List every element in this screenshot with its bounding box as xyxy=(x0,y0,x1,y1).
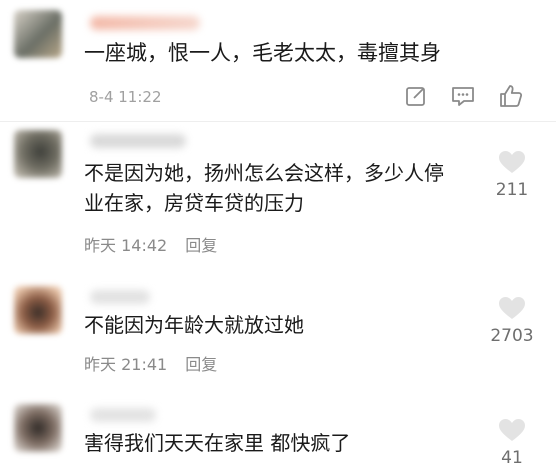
avatar[interactable] xyxy=(14,286,62,334)
heart-icon xyxy=(499,297,525,319)
comment-text: 害得我们天天在家里 都快疯了 xyxy=(84,431,351,455)
heart-icon xyxy=(499,151,525,173)
avatar[interactable] xyxy=(14,130,62,178)
like-count: 211 xyxy=(495,180,529,200)
edit-icon[interactable] xyxy=(404,84,428,108)
comment-meta: 昨天 14:42 回复 xyxy=(84,232,217,256)
comment-time: 昨天 21:41 xyxy=(84,355,168,374)
username[interactable] xyxy=(90,408,156,422)
like-button[interactable]: 41 xyxy=(482,418,542,468)
comment-time: 昨天 14:42 xyxy=(84,236,168,255)
message-icon[interactable] xyxy=(450,84,476,108)
avatar[interactable] xyxy=(14,10,62,58)
comment-meta: 昨天 21:41 回复 xyxy=(84,351,217,375)
username[interactable] xyxy=(90,16,200,30)
username[interactable] xyxy=(90,290,150,304)
reply-button[interactable]: 回复 xyxy=(185,355,217,374)
avatar[interactable] xyxy=(14,404,62,452)
comment-text: 业在家，房贷车贷的压力 xyxy=(84,191,304,215)
heart-icon xyxy=(499,419,525,441)
like-count: 41 xyxy=(501,448,523,468)
divider xyxy=(0,121,556,122)
comment-text: 一座城，恨一人，毛老太太，毒擅其身 xyxy=(84,41,441,65)
thumbs-up-icon[interactable] xyxy=(498,83,524,109)
comment-text: 不能因为年龄大就放过她 xyxy=(84,313,304,337)
like-button[interactable]: 2703 xyxy=(482,296,542,346)
comment-time: 8-4 11:22 xyxy=(89,88,162,106)
reply-button[interactable]: 回复 xyxy=(185,236,217,255)
username[interactable] xyxy=(90,134,186,148)
like-count: 2703 xyxy=(490,326,534,346)
comment-text: 不是因为她，扬州怎么会这样，多少人停 xyxy=(84,161,444,185)
like-button[interactable]: 211 xyxy=(482,150,542,200)
